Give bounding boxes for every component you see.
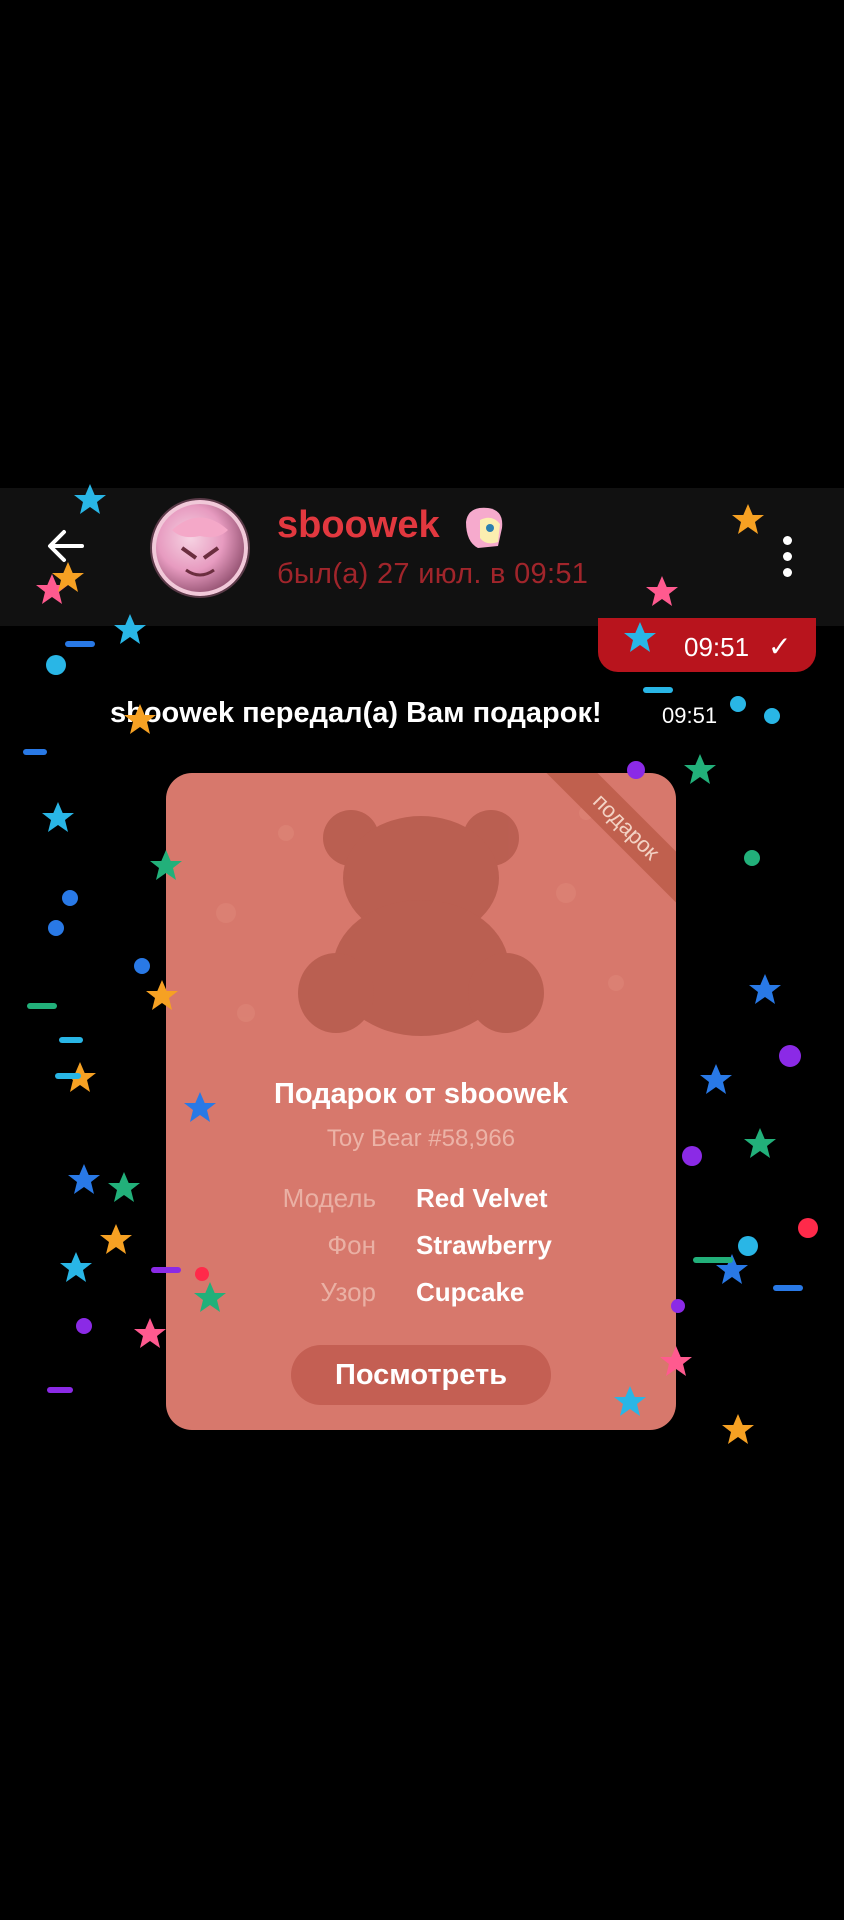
view-gift-button[interactable]: Посмотреть	[291, 1345, 551, 1405]
gift-collectible-number: Toy Bear #58,966	[326, 1125, 516, 1152]
check-icon: ✓	[768, 631, 792, 662]
attribute-label-backdrop: Фон	[327, 1230, 376, 1260]
outgoing-message-bubble[interactable]: 09:51 ✓	[598, 618, 816, 672]
back-arrow-icon	[48, 530, 84, 562]
attribute-value-model: Red Velvet	[416, 1183, 548, 1213]
toy-bear-icon	[298, 810, 544, 1036]
pony-emoji-icon	[458, 502, 512, 556]
attribute-value-backdrop: Strawberry	[416, 1230, 552, 1260]
attribute-label-model: Модель	[282, 1183, 376, 1213]
attribute-value-pattern: Cupcake	[416, 1277, 525, 1307]
gift-service-message: sboowek передал(а) Вам подарок!	[110, 697, 602, 729]
more-menu-button[interactable]	[772, 532, 802, 582]
gift-title: Подарок от sboowek	[273, 1078, 569, 1110]
message-time: 09:51	[684, 632, 750, 662]
back-button[interactable]	[38, 518, 94, 574]
contact-name[interactable]: sboowek	[277, 504, 440, 547]
attribute-label-pattern: Узор	[320, 1277, 376, 1307]
service-message-time: 09:51	[662, 703, 718, 728]
chat-header: sboowek был(а) 27 июл. в 09:51	[0, 488, 844, 626]
last-seen-status: был(а) 27 июл. в 09:51	[277, 558, 589, 590]
avatar[interactable]	[150, 498, 250, 598]
gift-card[interactable]: подарок Подарок от sboowek Toy Bear #58,…	[166, 773, 676, 1430]
